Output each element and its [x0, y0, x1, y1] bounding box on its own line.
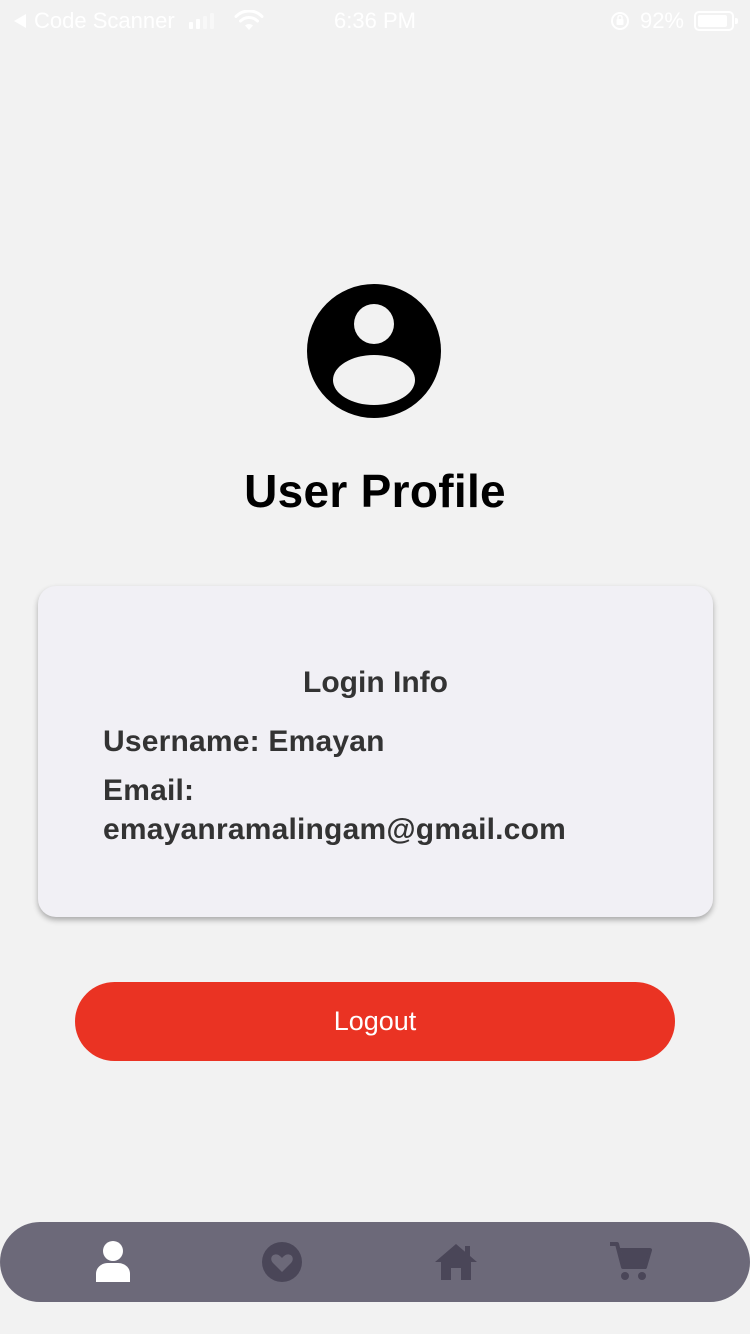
tab-cart[interactable]	[590, 1222, 670, 1302]
status-bar: Code Scanner 6:36 PM 92%	[0, 0, 750, 40]
logout-button[interactable]: Logout	[75, 982, 675, 1061]
page-title: User Profile	[244, 465, 506, 517]
tab-profile[interactable]	[73, 1222, 153, 1302]
heart-circle-icon	[262, 1242, 302, 1282]
bottom-tab-bar	[0, 1222, 750, 1302]
cart-icon	[610, 1242, 652, 1280]
battery-percent: 92%	[639, 8, 684, 33]
home-icon	[435, 1244, 477, 1280]
battery-icon	[694, 11, 738, 31]
orientation-lock-icon	[610, 12, 629, 30]
tab-favorites[interactable]	[242, 1222, 322, 1302]
user-circle-icon	[307, 284, 441, 418]
email-label: Email:	[103, 774, 195, 807]
status-right: 92%	[610, 8, 738, 34]
username-text: Username: Emayan	[103, 725, 385, 758]
person-icon	[96, 1241, 130, 1282]
email-value: emayanramalingam@gmail.com	[103, 813, 566, 846]
tab-home[interactable]	[416, 1222, 496, 1302]
login-info-title: Login Info	[303, 666, 448, 699]
battery-fill	[698, 15, 728, 27]
